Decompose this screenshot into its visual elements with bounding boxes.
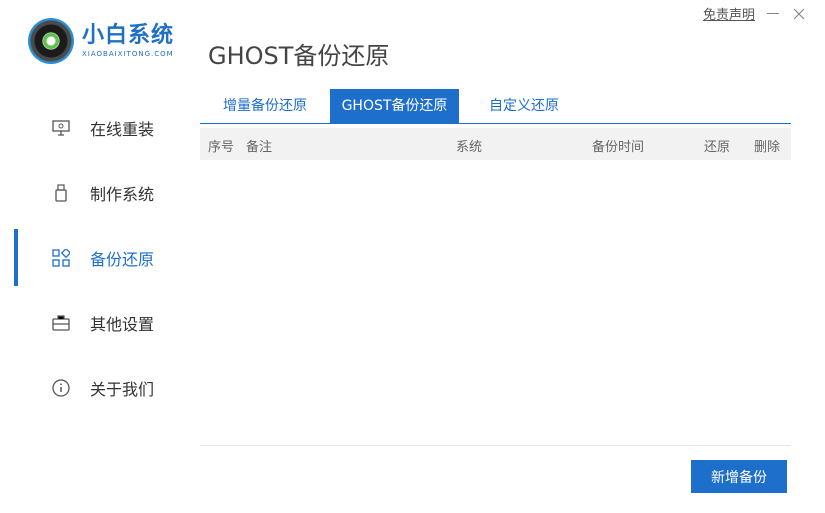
- sidebar-item-about-us[interactable]: 关于我们: [0, 355, 190, 420]
- usb-drive-icon: [52, 183, 70, 202]
- column-header-restore: 还原: [704, 140, 731, 155]
- logo-title: 小白系统: [82, 23, 175, 48]
- sidebar: 在线重装 制作系统 备份还原 其他设置 关于我们: [0, 95, 190, 420]
- close-button[interactable]: [791, 6, 807, 22]
- minimize-icon: [767, 13, 779, 14]
- tab-ghost-backup[interactable]: GHOST备份还原: [330, 89, 459, 123]
- window-controls: 免责声明: [703, 4, 807, 23]
- sidebar-item-make-system[interactable]: 制作系统: [0, 160, 190, 225]
- sidebar-item-label: 关于我们: [90, 379, 155, 399]
- tab-custom-restore[interactable]: 自定义还原: [459, 89, 589, 123]
- new-backup-button[interactable]: 新增备份: [691, 460, 787, 493]
- sidebar-item-backup-restore[interactable]: 备份还原: [0, 225, 190, 290]
- minimize-button[interactable]: [765, 6, 781, 22]
- column-header-index: 序号: [208, 140, 235, 155]
- logo-subtitle: XIAOBAIXITONG.COM: [82, 50, 174, 58]
- close-icon: [793, 8, 805, 19]
- column-header-backup-time: 备份时间: [592, 140, 645, 155]
- sidebar-item-other-settings[interactable]: 其他设置: [0, 290, 190, 355]
- sidebar-item-label: 其他设置: [90, 314, 155, 334]
- monitor-icon: [52, 119, 70, 137]
- table-header: 序号 备注 系统 备份时间 还原 删除: [200, 128, 791, 160]
- column-header-note: 备注: [246, 140, 273, 155]
- logo-mark-icon: [28, 18, 74, 64]
- page-title: GHOST备份还原: [208, 42, 390, 70]
- divider: [200, 445, 791, 446]
- tab-incremental-backup[interactable]: 增量备份还原: [200, 89, 330, 123]
- info-icon: [52, 378, 70, 397]
- logo-text: 小白系统 XIAOBAIXITONG.COM: [82, 23, 174, 59]
- disclaimer-link[interactable]: 免责声明: [703, 4, 755, 23]
- sidebar-item-label: 备份还原: [90, 249, 155, 269]
- app-logo: 小白系统 XIAOBAIXITONG.COM: [28, 18, 174, 64]
- column-header-delete: 删除: [754, 140, 781, 155]
- tab-bar: 增量备份还原 GHOST备份还原 自定义还原: [200, 89, 791, 124]
- sidebar-item-label: 在线重装: [90, 119, 155, 139]
- toolbox-icon: [52, 314, 70, 332]
- grid-icon: [52, 248, 70, 267]
- column-header-system: 系统: [456, 140, 483, 155]
- sidebar-item-online-reinstall[interactable]: 在线重装: [0, 95, 190, 160]
- sidebar-item-label: 制作系统: [90, 184, 155, 204]
